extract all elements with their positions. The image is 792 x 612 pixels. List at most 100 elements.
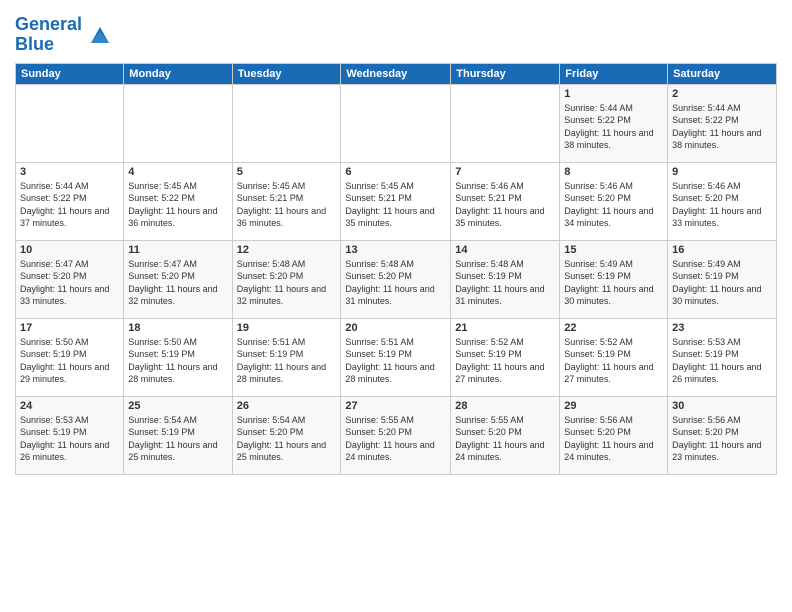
day-number: 24 <box>20 400 119 412</box>
day-cell: 20 Sunrise: 5:51 AMSunset: 5:19 PMDayligh… <box>341 318 451 396</box>
day-number: 8 <box>564 166 663 178</box>
day-number: 16 <box>672 244 772 256</box>
day-info: Sunrise: 5:50 AMSunset: 5:19 PMDaylight:… <box>128 336 227 386</box>
day-info: Sunrise: 5:52 AMSunset: 5:19 PMDaylight:… <box>455 336 555 386</box>
day-cell <box>16 84 124 162</box>
day-info: Sunrise: 5:50 AMSunset: 5:19 PMDaylight:… <box>20 336 119 386</box>
weekday-saturday: Saturday <box>668 63 777 84</box>
day-cell <box>451 84 560 162</box>
logo-icon <box>86 21 114 49</box>
day-cell: 3 Sunrise: 5:44 AMSunset: 5:22 PMDaylight… <box>16 162 124 240</box>
logo-text: General Blue <box>15 15 114 55</box>
day-cell: 8 Sunrise: 5:46 AMSunset: 5:20 PMDaylight… <box>560 162 668 240</box>
day-info: Sunrise: 5:52 AMSunset: 5:19 PMDaylight:… <box>564 336 663 386</box>
day-info: Sunrise: 5:44 AMSunset: 5:22 PMDaylight:… <box>672 102 772 152</box>
day-number: 17 <box>20 322 119 334</box>
day-number: 19 <box>237 322 337 334</box>
day-cell: 30 Sunrise: 5:56 AMSunset: 5:20 PMDayligh… <box>668 396 777 474</box>
weekday-header-row: SundayMondayTuesdayWednesdayThursdayFrid… <box>16 63 777 84</box>
day-info: Sunrise: 5:48 AMSunset: 5:19 PMDaylight:… <box>455 258 555 308</box>
day-info: Sunrise: 5:49 AMSunset: 5:19 PMDaylight:… <box>564 258 663 308</box>
day-cell: 28Sunrise: 5:55 AMSunset: 5:20 PMDayligh… <box>451 396 560 474</box>
weekday-sunday: Sunday <box>16 63 124 84</box>
day-info: Sunrise: 5:53 AMSunset: 5:19 PMDaylight:… <box>20 414 119 464</box>
day-number: 12 <box>237 244 337 256</box>
day-number: 21 <box>455 322 555 334</box>
day-info: Sunrise: 5:51 AMSunset: 5:19 PMDaylight:… <box>345 336 446 386</box>
day-cell: 1 Sunrise: 5:44 AMSunset: 5:22 PMDaylight… <box>560 84 668 162</box>
day-cell: 29 Sunrise: 5:56 AMSunset: 5:20 PMDayligh… <box>560 396 668 474</box>
day-number: 29 <box>564 400 663 412</box>
day-number: 18 <box>128 322 227 334</box>
day-info: Sunrise: 5:51 AMSunset: 5:19 PMDaylight:… <box>237 336 337 386</box>
page: General Blue SundayMondayTuesdayWednesda… <box>0 0 792 612</box>
day-cell: 4Sunrise: 5:45 AMSunset: 5:22 PMDaylight… <box>124 162 232 240</box>
day-info: Sunrise: 5:47 AMSunset: 5:20 PMDaylight:… <box>128 258 227 308</box>
day-cell: 11 Sunrise: 5:47 AMSunset: 5:20 PMDayligh… <box>124 240 232 318</box>
day-cell: 24 Sunrise: 5:53 AMSunset: 5:19 PMDayligh… <box>16 396 124 474</box>
day-cell: 19 Sunrise: 5:51 AMSunset: 5:19 PMDayligh… <box>232 318 341 396</box>
day-cell <box>232 84 341 162</box>
day-number: 2 <box>672 88 772 100</box>
weekday-friday: Friday <box>560 63 668 84</box>
day-number: 22 <box>564 322 663 334</box>
day-info: Sunrise: 5:54 AMSunset: 5:20 PMDaylight:… <box>237 414 337 464</box>
day-number: 25 <box>128 400 227 412</box>
day-info: Sunrise: 5:45 AMSunset: 5:21 PMDaylight:… <box>345 180 446 230</box>
day-info: Sunrise: 5:47 AMSunset: 5:20 PMDaylight:… <box>20 258 119 308</box>
day-cell: 14 Sunrise: 5:48 AMSunset: 5:19 PMDayligh… <box>451 240 560 318</box>
day-info: Sunrise: 5:48 AMSunset: 5:20 PMDaylight:… <box>345 258 446 308</box>
day-info: Sunrise: 5:48 AMSunset: 5:20 PMDaylight:… <box>237 258 337 308</box>
day-number: 20 <box>345 322 446 334</box>
day-number: 11 <box>128 244 227 256</box>
day-cell: 16 Sunrise: 5:49 AMSunset: 5:19 PMDayligh… <box>668 240 777 318</box>
day-cell: 21 Sunrise: 5:52 AMSunset: 5:19 PMDayligh… <box>451 318 560 396</box>
day-cell: 22 Sunrise: 5:52 AMSunset: 5:19 PMDayligh… <box>560 318 668 396</box>
logo: General Blue <box>15 15 114 55</box>
day-number: 7 <box>455 166 555 178</box>
day-number: 15 <box>564 244 663 256</box>
day-info: Sunrise: 5:44 AMSunset: 5:22 PMDaylight:… <box>564 102 663 152</box>
week-row-5: 24 Sunrise: 5:53 AMSunset: 5:19 PMDayligh… <box>16 396 777 474</box>
calendar: SundayMondayTuesdayWednesdayThursdayFrid… <box>15 63 777 475</box>
day-cell: 23 Sunrise: 5:53 AMSunset: 5:19 PMDayligh… <box>668 318 777 396</box>
day-number: 3 <box>20 166 119 178</box>
day-info: Sunrise: 5:56 AMSunset: 5:20 PMDaylight:… <box>672 414 772 464</box>
day-number: 23 <box>672 322 772 334</box>
day-number: 14 <box>455 244 555 256</box>
week-row-4: 17 Sunrise: 5:50 AMSunset: 5:19 PMDayligh… <box>16 318 777 396</box>
day-info: Sunrise: 5:45 AMSunset: 5:22 PMDaylight:… <box>128 180 227 230</box>
day-cell: 17 Sunrise: 5:50 AMSunset: 5:19 PMDayligh… <box>16 318 124 396</box>
day-number: 30 <box>672 400 772 412</box>
day-info: Sunrise: 5:53 AMSunset: 5:19 PMDaylight:… <box>672 336 772 386</box>
day-number: 9 <box>672 166 772 178</box>
day-info: Sunrise: 5:46 AMSunset: 5:20 PMDaylight:… <box>564 180 663 230</box>
day-cell: 15 Sunrise: 5:49 AMSunset: 5:19 PMDayligh… <box>560 240 668 318</box>
day-info: Sunrise: 5:44 AMSunset: 5:22 PMDaylight:… <box>20 180 119 230</box>
week-row-2: 3 Sunrise: 5:44 AMSunset: 5:22 PMDaylight… <box>16 162 777 240</box>
day-cell: 7Sunrise: 5:46 AMSunset: 5:21 PMDaylight… <box>451 162 560 240</box>
day-cell: 9Sunrise: 5:46 AMSunset: 5:20 PMDaylight… <box>668 162 777 240</box>
day-info: Sunrise: 5:56 AMSunset: 5:20 PMDaylight:… <box>564 414 663 464</box>
day-cell: 25 Sunrise: 5:54 AMSunset: 5:19 PMDayligh… <box>124 396 232 474</box>
weekday-monday: Monday <box>124 63 232 84</box>
day-cell: 27Sunrise: 5:55 AMSunset: 5:20 PMDayligh… <box>341 396 451 474</box>
day-info: Sunrise: 5:45 AMSunset: 5:21 PMDaylight:… <box>237 180 337 230</box>
day-number: 5 <box>237 166 337 178</box>
day-number: 1 <box>564 88 663 100</box>
day-cell <box>341 84 451 162</box>
weekday-tuesday: Tuesday <box>232 63 341 84</box>
weekday-thursday: Thursday <box>451 63 560 84</box>
day-info: Sunrise: 5:49 AMSunset: 5:19 PMDaylight:… <box>672 258 772 308</box>
day-info: Sunrise: 5:54 AMSunset: 5:19 PMDaylight:… <box>128 414 227 464</box>
header: General Blue <box>15 10 777 55</box>
day-number: 10 <box>20 244 119 256</box>
day-number: 13 <box>345 244 446 256</box>
day-cell <box>124 84 232 162</box>
day-cell: 12 Sunrise: 5:48 AMSunset: 5:20 PMDayligh… <box>232 240 341 318</box>
day-cell: 26Sunrise: 5:54 AMSunset: 5:20 PMDayligh… <box>232 396 341 474</box>
week-row-1: 1 Sunrise: 5:44 AMSunset: 5:22 PMDaylight… <box>16 84 777 162</box>
day-cell: 13 Sunrise: 5:48 AMSunset: 5:20 PMDayligh… <box>341 240 451 318</box>
day-cell: 10 Sunrise: 5:47 AMSunset: 5:20 PMDayligh… <box>16 240 124 318</box>
weekday-wednesday: Wednesday <box>341 63 451 84</box>
